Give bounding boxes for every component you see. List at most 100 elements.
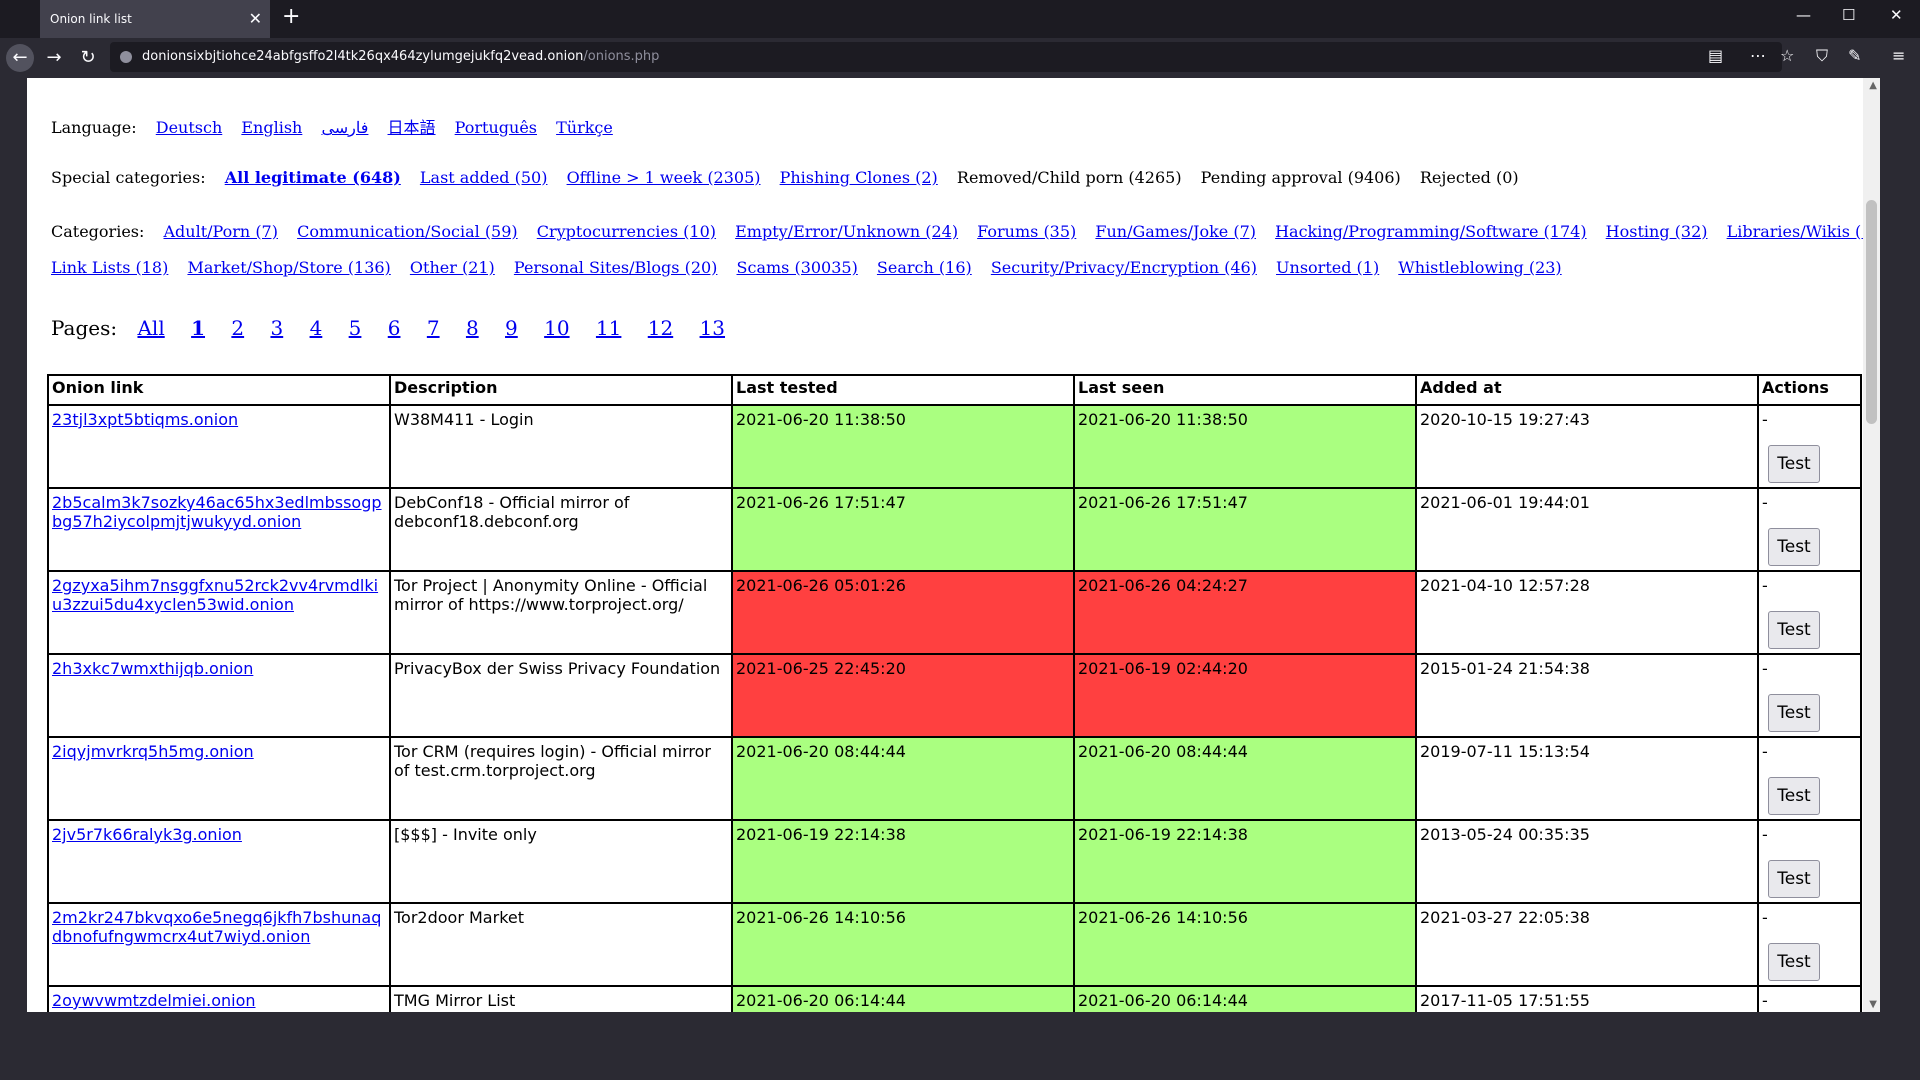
- last-tested: 2021-06-26 05:01:26: [736, 576, 906, 595]
- category-link[interactable]: Other (21): [410, 258, 495, 277]
- site-info-icon[interactable]: [120, 51, 132, 63]
- test-button[interactable]: Test: [1768, 611, 1820, 649]
- minimize-icon[interactable]: —: [1796, 6, 1811, 24]
- column-header-onion-link: Onion link: [47, 374, 391, 406]
- close-tab-icon[interactable]: ✕: [249, 0, 262, 38]
- language-link-turkish[interactable]: Türkçe: [556, 118, 613, 137]
- page-link[interactable]: 3: [270, 316, 283, 340]
- category-link[interactable]: Personal Sites/Blogs (20): [514, 258, 718, 277]
- category-link[interactable]: Market/Shop/Store (136): [187, 258, 390, 277]
- scroll-down-icon[interactable]: ▼: [1869, 999, 1877, 1010]
- page-link[interactable]: 8: [466, 316, 479, 340]
- category-link[interactable]: Communication/Social (59): [297, 222, 518, 241]
- onion-link[interactable]: 2b5calm3k7sozky46ac65hx3edlmbssogpbg57h2…: [52, 493, 382, 531]
- category-link[interactable]: Adult/Porn (7): [163, 222, 278, 241]
- page-link[interactable]: 9: [505, 316, 518, 340]
- reload-icon[interactable]: ↻: [74, 44, 102, 72]
- new-tab-icon[interactable]: +: [282, 4, 300, 29]
- action-dash-cell: -Test: [1757, 902, 1862, 987]
- shield-icon[interactable]: ⛉: [1816, 46, 1828, 66]
- page-link[interactable]: 6: [388, 316, 401, 340]
- language-link-deutsch[interactable]: Deutsch: [156, 118, 223, 137]
- category-link[interactable]: Cryptocurrencies (10): [537, 222, 716, 241]
- address-bar[interactable]: donionsixbjtiohce24abfgsffo2l4tk26qx464z…: [110, 42, 1782, 72]
- category-link[interactable]: Unsorted (1): [1276, 258, 1379, 277]
- language-link-portuguese[interactable]: Português: [455, 118, 537, 137]
- forward-arrow-icon[interactable]: →: [40, 44, 68, 72]
- table-row: 2gzyxa5ihm7nsggfxnu52rck2vv4rvmdlkiu3zzu…: [47, 570, 1862, 655]
- special-link-phishing[interactable]: Phishing Clones (2): [780, 168, 938, 187]
- page-link[interactable]: 11: [596, 316, 621, 340]
- last-seen: 2021-06-20 08:44:44: [1078, 742, 1248, 761]
- menu-icon[interactable]: ≡: [1892, 46, 1905, 65]
- onion-link[interactable]: 2gzyxa5ihm7nsggfxnu52rck2vv4rvmdlkiu3zzu…: [52, 576, 378, 614]
- onion-link[interactable]: 2iqyjmvrkrq5h5mg.onion: [52, 742, 254, 761]
- last-tested-cell: 2021-06-26 14:10:56: [731, 902, 1075, 987]
- category-link[interactable]: Hacking/Programming/Software (174): [1275, 222, 1586, 241]
- onion-link[interactable]: 2jv5r7k66ralyk3g.onion: [52, 825, 242, 844]
- vertical-scrollbar[interactable]: ▲ ▼: [1863, 78, 1880, 1012]
- description: Tor Project | Anonymity Online - Officia…: [394, 576, 708, 614]
- extension-icon[interactable]: ✎: [1848, 46, 1861, 65]
- last-tested: 2021-06-20 08:44:44: [736, 742, 906, 761]
- onion-link[interactable]: 2h3xkc7wmxthijqb.onion: [52, 659, 253, 678]
- last-tested: 2021-06-25 22:45:20: [736, 659, 906, 678]
- description: TMG Mirror List: [394, 991, 516, 1010]
- pages-label: Pages:: [51, 316, 118, 340]
- added-at: 2020-10-15 19:27:43: [1420, 410, 1590, 429]
- language-link-farsi[interactable]: فارسی: [321, 118, 368, 137]
- test-button[interactable]: Test: [1768, 694, 1820, 732]
- category-link[interactable]: Security/Privacy/Encryption (46): [991, 258, 1257, 277]
- category-link[interactable]: Libraries/Wikis (19): [1727, 222, 1880, 241]
- special-link-all-legitimate[interactable]: All legitimate (648): [225, 168, 401, 187]
- onion-link[interactable]: 2oywvwmtzdelmiei.onion: [52, 991, 256, 1010]
- category-link[interactable]: Hosting (32): [1606, 222, 1708, 241]
- onion-link[interactable]: 2m2kr247bkvqxo6e5negq6jkfh7bshunaqdbnofu…: [52, 908, 381, 946]
- action-dash-cell: -Test: [1757, 570, 1862, 655]
- browser-tab[interactable]: Onion link list ✕: [40, 0, 270, 38]
- page-link[interactable]: 10: [544, 316, 569, 340]
- added-at-cell: 2020-10-15 19:27:43: [1415, 404, 1759, 489]
- page-link[interactable]: 12: [648, 316, 673, 340]
- page-link-all[interactable]: All: [137, 316, 164, 340]
- scroll-up-icon[interactable]: ▲: [1869, 80, 1877, 91]
- last-seen: 2021-06-26 04:24:27: [1078, 576, 1248, 595]
- page-link[interactable]: 2: [231, 316, 244, 340]
- special-link-last-added[interactable]: Last added (50): [420, 168, 548, 187]
- action-dash-cell: -Test: [1757, 736, 1862, 821]
- special-pending: Pending approval (9406): [1200, 168, 1401, 187]
- maximize-icon[interactable]: ☐: [1842, 6, 1855, 24]
- test-button[interactable]: Test: [1768, 777, 1820, 815]
- category-link[interactable]: Search (16): [877, 258, 972, 277]
- added-at: 2013-05-24 00:35:35: [1420, 825, 1590, 844]
- reader-view-icon[interactable]: ▤: [1708, 46, 1723, 65]
- page-link-current[interactable]: 1: [191, 316, 205, 340]
- column-header-added-at: Added at: [1415, 374, 1759, 406]
- back-arrow-icon[interactable]: ←: [6, 44, 34, 72]
- page-link[interactable]: 4: [310, 316, 323, 340]
- category-link[interactable]: Fun/Games/Joke (7): [1095, 222, 1256, 241]
- window-close-icon[interactable]: ✕: [1890, 6, 1903, 24]
- scrollbar-thumb[interactable]: [1866, 200, 1877, 424]
- more-actions-icon[interactable]: ⋯: [1750, 46, 1766, 65]
- test-button[interactable]: Test: [1768, 445, 1820, 483]
- added-at-cell: 2019-07-11 15:13:54: [1415, 736, 1759, 821]
- test-button[interactable]: Test: [1768, 528, 1820, 566]
- language-link-japanese[interactable]: 日本語: [388, 118, 436, 137]
- category-link[interactable]: Whistleblowing (23): [1398, 258, 1561, 277]
- bookmark-star-icon[interactable]: ☆: [1780, 46, 1794, 65]
- page-link[interactable]: 7: [427, 316, 440, 340]
- special-link-offline[interactable]: Offline > 1 week (2305): [567, 168, 761, 187]
- category-link[interactable]: Scams (30035): [737, 258, 858, 277]
- description: [$$$] - Invite only: [394, 825, 537, 844]
- category-link[interactable]: Link Lists (18): [51, 258, 168, 277]
- page-link[interactable]: 5: [349, 316, 362, 340]
- test-button[interactable]: Test: [1768, 943, 1820, 981]
- onion-link-table: Onion link Description Last tested Last …: [47, 374, 1862, 1012]
- category-link[interactable]: Empty/Error/Unknown (24): [735, 222, 958, 241]
- test-button[interactable]: Test: [1768, 860, 1820, 898]
- category-link[interactable]: Forums (35): [977, 222, 1076, 241]
- onion-link[interactable]: 23tjl3xpt5btiqms.onion: [52, 410, 238, 429]
- language-link-english[interactable]: English: [241, 118, 302, 137]
- page-link[interactable]: 13: [700, 316, 725, 340]
